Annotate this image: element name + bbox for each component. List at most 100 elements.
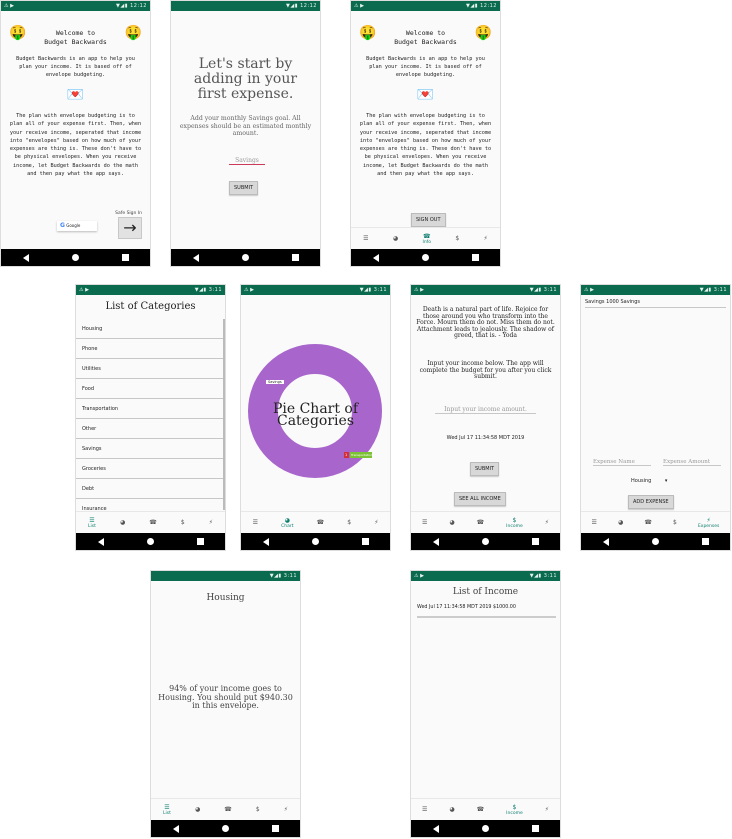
tab-income[interactable]: $ <box>256 806 260 813</box>
tab-info[interactable]: ☎ <box>644 519 651 526</box>
tab-list[interactable]: ☰ List <box>88 517 96 529</box>
recents-icon[interactable] <box>471 254 479 261</box>
tab-info[interactable]: ☎ <box>477 806 484 813</box>
tab-expenses[interactable]: ⚡ <box>484 235 488 242</box>
back-icon[interactable] <box>262 537 269 546</box>
savings-input[interactable]: Savings <box>229 157 265 165</box>
tab-chart[interactable]: ◕ <box>393 235 398 242</box>
tab-info[interactable]: ☎ <box>149 519 156 526</box>
tab-chart[interactable]: ◕ <box>120 519 125 526</box>
tab-list[interactable]: ☰ <box>253 519 258 526</box>
back-icon[interactable] <box>172 824 179 833</box>
home-icon[interactable] <box>651 538 659 545</box>
android-nav-bar <box>151 820 300 837</box>
expenses-screen: ⚠ ▶ ▼◢▮ 3:11 Savings 1000 Savings Expens… <box>580 284 731 551</box>
recents-icon[interactable] <box>291 254 299 261</box>
income-submit-button[interactable]: SUBMIT <box>470 462 500 476</box>
tab-list[interactable]: ☰ <box>592 519 597 526</box>
back-icon[interactable] <box>22 253 29 262</box>
tab-income-label: Income <box>506 523 523 529</box>
recents-icon[interactable] <box>531 825 539 832</box>
home-icon[interactable] <box>481 538 489 545</box>
signout-button[interactable]: SIGN OUT <box>411 213 446 227</box>
tab-expenses[interactable]: ⚡ <box>545 806 549 813</box>
recents-icon[interactable] <box>531 538 539 545</box>
tab-chart[interactable]: ◕ <box>449 806 454 813</box>
dropdown-arrow-icon: ▾ <box>664 478 668 484</box>
home-icon[interactable] <box>481 825 489 832</box>
google-signin-button[interactable]: G Google <box>57 221 97 231</box>
tab-income[interactable]: $ <box>181 519 185 526</box>
tab-info[interactable]: ☎ <box>477 519 484 526</box>
tab-chart[interactable]: ◕ <box>618 519 623 526</box>
tab-info[interactable]: ☎ Info <box>423 233 432 245</box>
back-icon[interactable] <box>97 537 104 546</box>
tab-info-label: Info <box>422 239 432 245</box>
tab-list[interactable]: ☰ <box>422 806 427 813</box>
tab-list[interactable]: ☰ <box>422 519 427 526</box>
expense-row[interactable]: Savings 1000 Savings <box>585 299 726 308</box>
tab-income[interactable]: $ Income <box>506 517 523 529</box>
tab-info[interactable]: ☎ <box>317 519 324 526</box>
status-left-icons: ⚠ ▶ <box>584 287 594 293</box>
category-dropdown[interactable]: Housing ▾ <box>631 478 667 484</box>
tab-income[interactable]: $ Income <box>506 804 523 816</box>
tab-expenses[interactable]: ⚡ <box>374 519 378 526</box>
home-icon[interactable] <box>241 254 249 261</box>
home-icon[interactable] <box>421 254 429 261</box>
bottom-tab-bar: ☰ ◕ Chart ☎ $ ⚡ <box>241 511 390 533</box>
category-list-item[interactable]: Debt <box>76 479 223 499</box>
category-list-item[interactable]: Other <box>76 419 223 439</box>
home-icon[interactable] <box>221 825 229 832</box>
submit-button[interactable]: SUBMIT <box>229 181 259 195</box>
recents-icon[interactable] <box>701 538 709 545</box>
list-icon: ☰ <box>164 803 170 811</box>
income-amount-input[interactable]: Input your income amount. <box>435 406 536 414</box>
tab-expenses[interactable]: ⚡ Expenses <box>698 517 719 529</box>
back-icon[interactable] <box>372 253 379 262</box>
recents-icon[interactable] <box>196 538 204 545</box>
status-icons: ▼◢▮ <box>194 287 207 293</box>
add-expense-button[interactable]: ADD EXPENSE <box>628 495 674 509</box>
tab-chart[interactable]: ◕ <box>195 806 200 813</box>
tab-expenses[interactable]: ⚡ <box>284 806 288 813</box>
expense-name-input[interactable]: Expense Name <box>593 459 651 466</box>
see-all-income-button[interactable]: SEE ALL INCOME <box>454 492 506 506</box>
tab-income[interactable]: $ <box>673 519 677 526</box>
first-expense-screen: ▼◢▮ 12:12 Let's start by adding in your … <box>170 0 321 267</box>
expense-amount-input[interactable]: Expense Amount <box>663 459 721 466</box>
tab-list[interactable]: ☰ <box>363 235 368 242</box>
home-icon[interactable] <box>146 538 154 545</box>
back-icon[interactable] <box>432 824 439 833</box>
welcome-title-line1: Welcome to <box>405 29 446 37</box>
home-icon[interactable] <box>71 254 79 261</box>
category-list-item[interactable]: Insurance <box>76 499 223 510</box>
status-left-icons: ⚠ ▶ <box>354 3 364 9</box>
recents-icon[interactable] <box>271 825 279 832</box>
category-list-item[interactable]: Transportation <box>76 399 223 419</box>
category-list-item[interactable]: Groceries <box>76 459 223 479</box>
tab-expenses[interactable]: ⚡ <box>545 519 549 526</box>
category-list-item[interactable]: Phone <box>76 339 223 359</box>
home-icon[interactable] <box>311 538 319 545</box>
back-icon[interactable] <box>432 537 439 546</box>
tab-chart[interactable]: ◕ <box>449 519 454 526</box>
recents-icon[interactable] <box>361 538 369 545</box>
tab-chart[interactable]: ◕ Chart <box>281 517 293 529</box>
arrow-right-button[interactable]: → <box>118 217 142 239</box>
categories-list[interactable]: Housing Phone Utilities Food Transportation O… <box>76 319 225 510</box>
category-list-item[interactable]: Housing <box>76 319 223 339</box>
back-icon[interactable] <box>192 253 199 262</box>
tab-income[interactable]: $ <box>455 235 459 242</box>
tab-expenses[interactable]: ⚡ <box>209 519 213 526</box>
income-date: Wed Jul 17 11:34:58 MDT 2019 <box>446 435 525 441</box>
category-list-item[interactable]: Food <box>76 379 223 399</box>
tab-list[interactable]: ☰ List <box>163 804 171 816</box>
recents-icon[interactable] <box>121 254 129 261</box>
tab-income[interactable]: $ <box>347 519 351 526</box>
back-icon[interactable] <box>602 537 609 546</box>
tab-info[interactable]: ☎ <box>224 806 231 813</box>
category-list-item[interactable]: Utilities <box>76 359 223 379</box>
income-list-row[interactable]: Wed Jul 17 11:34:58 MDT 2019 $1000.00 <box>417 605 556 618</box>
category-list-item[interactable]: Savings <box>76 439 223 459</box>
